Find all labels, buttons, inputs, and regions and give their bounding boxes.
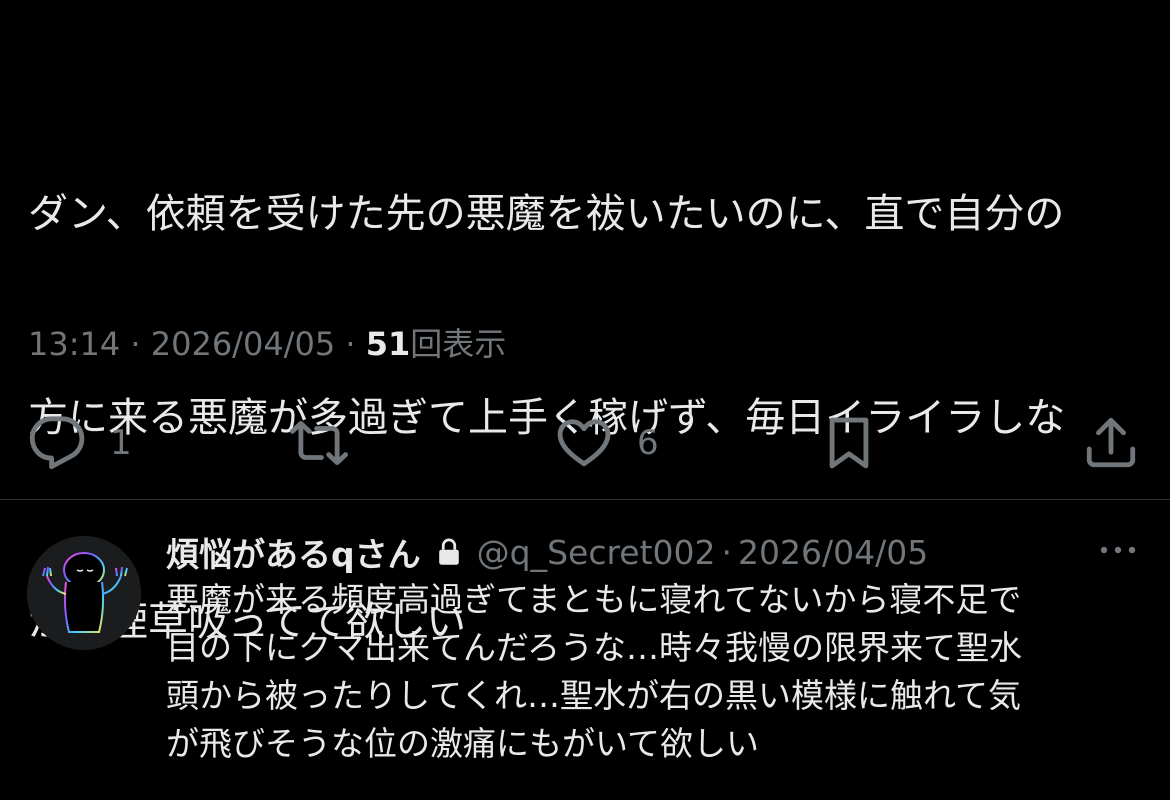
user-handle[interactable]: @q_Secret002 (477, 533, 716, 572)
reply-button[interactable]: 1 (28, 408, 132, 478)
post-text-line: ダン、依頼を受けた先の悪魔を祓いたいのに、直で自分の (28, 191, 1065, 237)
ellipsis-icon[interactable] (1098, 540, 1138, 560)
action-bar: 1 6 (0, 408, 1170, 478)
reply-header: 煩悩があるqさん @q_Secret002 · 2026/04/05 (166, 528, 928, 576)
views-count[interactable]: 51 (366, 325, 411, 363)
like-count: 6 (637, 423, 659, 463)
speech-bubble-icon (29, 416, 85, 470)
reply-text-line: 頭から被ったりしてくれ…聖水が右の黒い模様に触れて気 (166, 676, 1022, 715)
repost-arrows-icon (290, 421, 348, 465)
share-button[interactable] (1082, 408, 1140, 478)
post-meta: 13:14 · 2026/04/05 · 51回表示 (28, 322, 506, 366)
reply-text-line: 悪魔が来る頻度高過ぎてまともに寝れてないから寝不足で (166, 580, 1022, 619)
avatar[interactable] (27, 536, 141, 650)
like-button[interactable]: 6 (555, 408, 659, 478)
reply-text-line: 目の下にクマ出来てんだろうな…時々我慢の限界来て聖水 (166, 628, 1023, 667)
reply-date[interactable]: 2026/04/05 (738, 533, 928, 572)
meta-separator: · (130, 325, 141, 363)
bookmark-button[interactable] (820, 408, 878, 478)
repost-button[interactable] (290, 408, 348, 478)
avatar-figure-icon (27, 536, 141, 650)
heart-icon (557, 419, 611, 467)
lock-icon (438, 538, 459, 565)
bookmark-icon (829, 417, 869, 469)
share-upload-icon (1086, 417, 1136, 468)
reply-text-line: が飛びそうな位の激痛にもがいて欲しい (166, 724, 760, 763)
reply-text: 悪魔が来る頻度高過ぎてまともに寝れてないから寝不足で 目の下にクマ出来てんだろう… (166, 576, 1146, 768)
views-label[interactable]: 回表示 (410, 325, 506, 363)
header-separator: · (721, 532, 733, 572)
post-time: 13:14 (28, 325, 121, 363)
meta-separator: · (345, 325, 356, 363)
reply-count: 1 (110, 423, 132, 463)
post-date[interactable]: 2026/04/05 (151, 325, 335, 363)
reply-tweet[interactable]: 煩悩があるqさん @q_Secret002 · 2026/04/05 悪魔が来る… (0, 500, 1170, 800)
display-name[interactable]: 煩悩があるqさん (166, 528, 421, 576)
